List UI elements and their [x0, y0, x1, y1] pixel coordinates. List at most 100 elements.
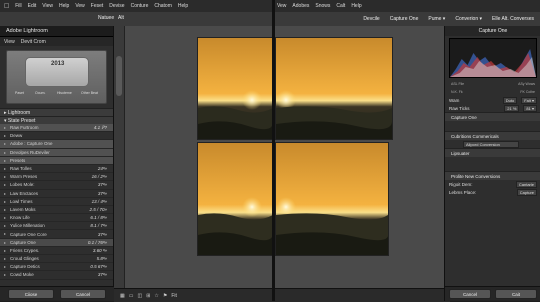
preset-list-item[interactable]: ▸ Know Life 6.1 / 8ᵃ» — [0, 214, 113, 223]
hist-readout-right: FK Colhe — [520, 90, 535, 94]
section-lipsuater[interactable]: Lipsuater — [445, 148, 540, 157]
section-state-preset[interactable]: ▾ State Preset — [0, 116, 113, 124]
menu-fill[interactable]: Fill — [15, 3, 21, 9]
toolbar-capture-one[interactable]: Capture One — [390, 16, 419, 22]
preset-list-item[interactable]: ▸ Raw Furtroom 4.1 ℙ? — [0, 124, 113, 133]
survey-icon[interactable]: ⊞ — [146, 293, 150, 299]
menu-help-2[interactable]: Help — [178, 3, 188, 9]
preset-list-item[interactable]: ▸ Raw Tolles 24ᵃ» — [0, 165, 113, 174]
menu-conture[interactable]: Conture — [131, 3, 149, 9]
menu-vew[interactable]: Vew — [75, 3, 84, 9]
preset-value: 13 / 4ᵃ» — [91, 198, 107, 204]
section-prolite[interactable]: Prolite New Conversions — [445, 171, 540, 180]
preset-list-item[interactable]: ▸ Croud Glinges 5.8ᵃ» — [0, 255, 113, 264]
cait-button[interactable]: Cait — [495, 289, 537, 299]
photo-bottom-right[interactable] — [275, 142, 389, 256]
loupe-icon[interactable]: ▭ — [129, 293, 134, 299]
photo-top-left[interactable] — [197, 37, 274, 140]
scrollbar-thumb[interactable] — [116, 56, 122, 96]
grid-icon[interactable]: ▦ — [120, 293, 125, 299]
compare-icon[interactable]: ◫ — [137, 293, 142, 299]
preset-list-item[interactable]: ▸ Yulice Millenation 8.1 / 7ᵃ» — [0, 222, 113, 231]
preset-list-item[interactable]: ▸ Warm Preses 16 / 2ᵃ» — [0, 173, 113, 182]
preset-list-item[interactable]: ▸ Friens Crypes. 3.60 ᵃ» — [0, 247, 113, 255]
preset-label: Know Life — [10, 215, 30, 221]
chevron-right-icon: ▸ — [4, 206, 7, 212]
canvas-scrollbar[interactable] — [114, 26, 125, 288]
preset-list-item[interactable]: ▸ Capture One Core 37ᵃ» — [0, 230, 113, 239]
preset-value: 24ᵃ» — [97, 166, 107, 172]
preset-list-item[interactable]: ▸ Capture Detics 0.5 67ᵃ» — [0, 263, 113, 272]
preset-list-item[interactable]: ▸ Deww — [0, 132, 113, 141]
section-lightroom[interactable]: ▸ Lightroom — [0, 108, 113, 116]
toolbar-natuee[interactable]: Natuee — [98, 15, 114, 21]
toolbar-alt[interactable]: Alt — [118, 15, 124, 21]
close-button[interactable]: Ciiose — [8, 289, 54, 299]
control-raw-ticks-value[interactable]: 21 % — [504, 104, 520, 112]
control-wam: Wam Duto Falt ▾ — [445, 96, 540, 104]
menu-edit[interactable]: Edit — [28, 3, 37, 9]
menu-help[interactable]: Help — [59, 3, 69, 9]
star-icon[interactable]: ☆ — [154, 293, 158, 299]
tab-view[interactable]: View — [4, 39, 15, 45]
menu-adobes[interactable]: Adobes — [292, 3, 309, 9]
photo-bottom-left[interactable] — [197, 142, 274, 256]
photo-top-right[interactable] — [275, 37, 393, 140]
preset-value: 8.1 / 7ᵃ» — [90, 223, 107, 229]
menu-vew-right[interactable]: Vew — [277, 3, 286, 9]
preset-label: Presets — [10, 157, 26, 163]
preset-list-item[interactable]: ▸ Capture One 0.1 / 76ᵃ» — [0, 238, 113, 247]
toolbar-right-group: Devcile Capture One Pume ▾ Converion ▾ E… — [363, 13, 540, 25]
preset-list-item[interactable]: ▸ Law Enctaces 37ᵃ» — [0, 190, 113, 198]
control-wam-mid[interactable]: Duto — [502, 96, 518, 104]
chevron-right-icon: ▸ — [4, 264, 7, 270]
control-wam-dropdown[interactable]: Falt ▾ — [521, 96, 537, 104]
field-lebms: Lebms Place: Capture — [445, 188, 540, 196]
toolbar-converion-dropdown[interactable]: Converion ▾ — [455, 16, 482, 22]
field-rigoit: Rigoit Dem: Cantarle — [445, 180, 540, 188]
preset-list-item[interactable]: ▸ Adobe : Capture One — [0, 140, 113, 149]
preset-value: 5.8ᵃ» — [96, 256, 107, 262]
chevron-right-icon: ▸ — [4, 256, 7, 261]
field-lebms-value[interactable]: Capture — [516, 188, 537, 196]
preset-list-item[interactable]: ▸ Cowd Moke 37ᵃ» — [0, 271, 113, 280]
menu-snows[interactable]: Snows — [315, 3, 330, 9]
chevron-right-icon: ▸ — [4, 165, 7, 171]
field-rigoit-value[interactable]: Cantarle — [515, 180, 537, 188]
left-panel-tabs: View Devit Crom — [0, 37, 113, 46]
menu-view[interactable]: View — [42, 3, 53, 9]
cancel-button-right[interactable]: Cancel — [449, 289, 491, 299]
hist-readout-left: N.K. Fk — [451, 90, 463, 94]
preset-list-item[interactable]: ▸ Devolpes RuDeviler — [0, 148, 113, 157]
section-capture-one[interactable]: Capture One — [445, 112, 540, 121]
section-cubritions[interactable]: Cubritions Commericals — [445, 131, 540, 140]
menu-devise[interactable]: Devise — [109, 3, 124, 9]
zoom-level[interactable]: Fit — [171, 293, 177, 299]
control-raw-ticks-dropdown[interactable]: 81 ▾ — [523, 104, 537, 112]
toolbar-devcile[interactable]: Devcile — [363, 16, 379, 22]
apple-menu-icon[interactable]:  — [4, 3, 9, 10]
chevron-right-icon: ▸ — [4, 239, 7, 245]
tab-devit-crom[interactable]: Devit Crom — [21, 39, 46, 45]
preset-label: Adobe : Capture One — [10, 141, 53, 147]
preset-list-item[interactable]: ▸ Lavem Moks 2.5 / 70» — [0, 206, 113, 215]
preset-list-item[interactable]: ▸ Lowl Times 13 / 4ᵃ» — [0, 198, 113, 206]
allpord-conversion-dropdown[interactable]: Allpord Conversion — [463, 140, 519, 148]
toolbar-pume-dropdown[interactable]: Pume ▾ — [428, 16, 445, 22]
menu-chatom[interactable]: Chatom — [154, 3, 172, 9]
preset-list-item[interactable]: ▸ Presets — [0, 156, 113, 165]
menu-feset[interactable]: Feset — [91, 3, 104, 9]
hist-label-left: ASL File — [451, 82, 465, 86]
preset-label: Deww — [10, 133, 23, 139]
left-panel-title: Adobe Lightroom — [0, 26, 113, 37]
split-divider[interactable] — [272, 0, 275, 301]
preset-list-item[interactable]: ▸ Lobes Mole: 37ᵃ» — [0, 181, 113, 190]
toolbar-elle-alt[interactable]: Elle Alt. Converses — [492, 16, 534, 22]
preview-caption-4: Other Beat — [81, 91, 98, 95]
flag-icon[interactable]: ⚑ — [163, 293, 167, 299]
menu-calt[interactable]: Calt — [336, 3, 345, 9]
cancel-button[interactable]: Cancel — [60, 289, 106, 299]
chevron-right-icon: ▸ — [4, 247, 7, 253]
control-raw-ticks-label: Raw Ticks — [449, 105, 470, 111]
menu-help-right[interactable]: Help — [351, 3, 361, 9]
